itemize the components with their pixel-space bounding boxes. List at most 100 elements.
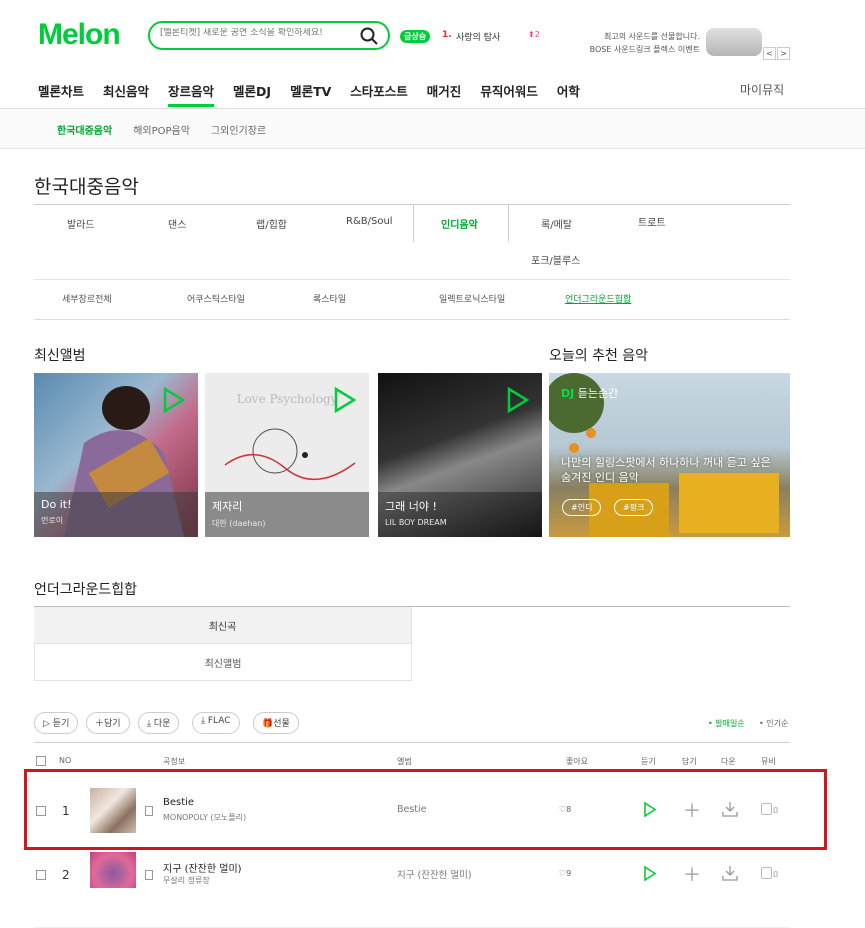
rise-rank: 1. — [442, 30, 452, 40]
col-no: NO — [59, 756, 72, 765]
nav-music-award[interactable]: 뮤직어워드 — [480, 79, 538, 107]
ad-line1[interactable]: 최고의 사운드를 선물합니다. — [600, 31, 700, 42]
album-card[interactable]: 그래 너야 ! LIL BOY DREAM — [378, 373, 542, 537]
table-row: 2 지구 (잔잔한 멀미) 무살리 정류장 지구 (잔잔한 멀미) ♡9 ＋ 0 — [34, 850, 790, 928]
album-card[interactable]: Do it! 먼로이 — [34, 373, 198, 537]
search-icon[interactable] — [360, 27, 378, 45]
table-header: NO 곡정보 앨범 좋아요 듣기 담기 다운 뮤비 — [34, 742, 790, 770]
melon-logo[interactable]: Melon — [38, 18, 121, 52]
nav-melon-dj[interactable]: 멜론DJ — [233, 79, 271, 107]
download-button[interactable]: ⤓ 다운 — [138, 712, 180, 734]
page-title: 한국대중음악 — [34, 176, 139, 198]
nav-melon-chart[interactable]: 멜론차트 — [38, 79, 84, 107]
col-add: 담기 — [682, 757, 697, 766]
arrow-up-icon: ⬆ — [528, 30, 535, 39]
reco-card[interactable]: DJ 듣는순간 나만의 힐링스팟에서 하나하나 꺼내 듣고 싶은 숨겨진 인디 … — [549, 373, 790, 537]
download-icon: ⤓ — [147, 719, 151, 729]
nav-language[interactable]: 어학 — [557, 79, 580, 107]
detail-genre-rock[interactable]: 록스타일 — [313, 292, 346, 305]
song-album[interactable]: 지구 (잔잔한 멀미) — [397, 867, 472, 881]
album-artist: 대한 (daehan) — [212, 519, 266, 528]
reco-tag[interactable]: #펑크 — [614, 499, 654, 516]
album-caption: 제자리 대한 (daehan) — [205, 492, 369, 537]
genre-ballad[interactable]: 발라드 — [67, 216, 95, 231]
search-input[interactable] — [160, 28, 350, 38]
lyrics-icon[interactable] — [145, 870, 153, 880]
genre-indie[interactable]: 인디음악 — [441, 216, 478, 231]
tab-new-albums[interactable]: 최신앨범 — [34, 643, 412, 681]
album-art-text: Love Psychology — [237, 392, 338, 406]
album-artist: 먼로이 — [41, 516, 64, 525]
flac-button[interactable]: ⤓ FLAC — [192, 712, 240, 734]
add-button[interactable]: ＋담기 — [86, 712, 130, 734]
nav-melon-tv[interactable]: 멜론TV — [290, 79, 331, 107]
album-caption: Do it! 먼로이 — [34, 492, 198, 537]
albums-title: 최신앨범 — [34, 348, 86, 364]
song-artist[interactable]: 무살리 정류장 — [163, 875, 210, 886]
song-title[interactable]: 지구 (잔잔한 멀미) — [163, 860, 242, 875]
detail-genre-underground[interactable]: 언더그라운드힙합 — [565, 292, 631, 305]
sort-popular[interactable]: • 인기순 — [759, 718, 788, 729]
row-checkbox[interactable] — [36, 870, 46, 880]
ad-prev-button[interactable]: < — [763, 47, 776, 60]
content-tabs: 최신곡 최신앨범 — [34, 606, 790, 681]
select-all-checkbox[interactable] — [36, 756, 46, 766]
reco-desc: 나만의 힐링스팟에서 하나하나 꺼내 듣고 싶은 숨겨진 인디 음악 — [561, 456, 771, 484]
reco-tag[interactable]: #인디 — [562, 499, 602, 516]
mv-icon[interactable] — [761, 867, 772, 879]
album-title: Do it! — [41, 498, 72, 511]
album-title: 그래 너야 ! — [385, 500, 437, 513]
col-album: 앨범 — [397, 757, 412, 766]
play-icon[interactable] — [162, 387, 186, 413]
col-song: 곡정보 — [163, 757, 186, 766]
genre-folk[interactable]: 포크/블루스 — [531, 252, 580, 267]
reco-title: 오늘의 추천 음악 — [549, 348, 649, 364]
download-icon[interactable] — [722, 865, 738, 881]
subnav-other[interactable]: 그외인기장르 — [211, 122, 266, 137]
tab-new-songs[interactable]: 최신곡 — [34, 607, 412, 643]
sort-release[interactable]: • 발매일순 — [708, 718, 745, 729]
nav-star-post[interactable]: 스타포스트 — [350, 79, 408, 107]
ad-next-button[interactable]: > — [777, 47, 790, 60]
genre-rock[interactable]: 록/메탈 — [541, 216, 572, 231]
nav-genre-music[interactable]: 장르음악 — [168, 79, 215, 107]
play-icon[interactable] — [333, 387, 357, 413]
subnav-korean[interactable]: 한국대중음악 — [57, 122, 112, 137]
col-mv: 뮤비 — [761, 757, 776, 766]
rise-keyword[interactable]: 사랑의 탐사 — [456, 30, 500, 43]
gift-button[interactable]: 🎁선물 — [253, 712, 299, 734]
rise-change: ⬆2 — [528, 30, 540, 39]
play-icon[interactable] — [644, 866, 656, 881]
ad-line2[interactable]: BOSE 사운드링크 플렉스 이벤트 — [560, 44, 700, 55]
dj-badge: DJ — [561, 387, 575, 400]
rank: 2 — [62, 868, 70, 882]
detail-genre-electronic[interactable]: 일렉트로닉스타일 — [439, 292, 505, 305]
speaker-ad-image[interactable] — [706, 28, 762, 56]
genre-trot[interactable]: 트로트 — [638, 214, 666, 229]
plus-icon: ＋ — [95, 719, 105, 729]
genre-box — [34, 204, 790, 320]
genre-rnb[interactable]: R&B/Soul — [346, 216, 393, 227]
album-card[interactable]: Love Psychology 제자리 대한 (daehan) — [205, 373, 369, 537]
subnav-pop[interactable]: 해외POP음악 — [133, 122, 190, 137]
listen-button[interactable]: ▷ 듣기 — [34, 712, 79, 734]
divider — [34, 279, 790, 280]
nav-magazine[interactable]: 매거진 — [427, 79, 462, 107]
mv-count: 0 — [773, 870, 779, 879]
download-icon: ⤓ — [201, 716, 205, 726]
add-icon[interactable]: ＋ — [683, 861, 701, 887]
sub-nav: 한국대중음악 해외POP음악 그외인기장르 — [57, 122, 287, 137]
like-button[interactable]: ♡9 — [559, 869, 571, 878]
play-icon[interactable] — [506, 387, 530, 413]
my-music-link[interactable]: 마이뮤직 — [740, 81, 784, 98]
nav-new-music[interactable]: 최신음악 — [103, 79, 149, 107]
detail-genre-all[interactable]: 세부장르전체 — [62, 292, 112, 305]
detail-genre-acoustic[interactable]: 어쿠스틱스타일 — [187, 292, 245, 305]
genre-dance[interactable]: 댄스 — [168, 216, 186, 231]
genre-hiphop[interactable]: 랩/힙합 — [256, 216, 287, 231]
album-caption: 그래 너야 ! LIL BOY DREAM — [378, 492, 542, 537]
section-title: 언더그라운드힙합 — [34, 582, 138, 598]
gift-icon: 🎁 — [262, 719, 274, 729]
album-thumbnail[interactable] — [90, 852, 136, 888]
col-listen: 듣기 — [641, 757, 656, 766]
